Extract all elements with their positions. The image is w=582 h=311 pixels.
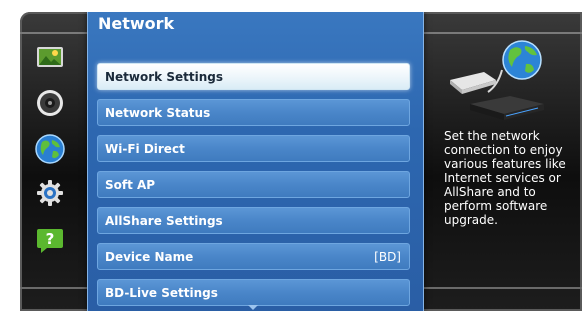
menu-item-label: Wi-Fi Direct bbox=[105, 141, 185, 156]
menu-item-allshare-settings[interactable]: AllShare Settings bbox=[97, 207, 410, 234]
menu-item-soft-ap[interactable]: Soft AP bbox=[97, 171, 410, 198]
menu-item-wifi-direct[interactable]: Wi-Fi Direct bbox=[97, 135, 410, 162]
menu-item-network-status[interactable]: Network Status bbox=[97, 99, 410, 126]
menu-item-bd-live-settings[interactable]: BD-Live Settings bbox=[97, 279, 410, 306]
help-description: Set the network connection to enjoy vari… bbox=[444, 129, 566, 227]
menu-item-label: AllShare Settings bbox=[105, 213, 223, 228]
picture-icon[interactable] bbox=[34, 42, 66, 72]
network-globe-icon[interactable] bbox=[34, 134, 66, 164]
panel-title: Network bbox=[98, 14, 175, 33]
menu-item-label: BD-Live Settings bbox=[105, 285, 218, 300]
menu-item-label: Device Name bbox=[105, 249, 194, 264]
scroll-down-arrow-icon[interactable] bbox=[248, 305, 258, 310]
network-menu-panel: Network Network Settings Network Status … bbox=[87, 12, 424, 311]
menu-item-label: Network Settings bbox=[105, 69, 223, 84]
tv-screen: ? Network Network Settings Network Statu… bbox=[20, 12, 582, 311]
network-illustration bbox=[440, 30, 560, 130]
menu-item-label: Soft AP bbox=[105, 177, 156, 192]
svg-text:?: ? bbox=[46, 230, 55, 248]
sound-icon[interactable] bbox=[34, 88, 66, 118]
menu-item-network-settings[interactable]: Network Settings bbox=[97, 63, 410, 90]
support-question-icon[interactable]: ? bbox=[34, 225, 66, 255]
menu-item-value: [BD] bbox=[374, 249, 401, 264]
menu-item-label: Network Status bbox=[105, 105, 211, 120]
menu-item-device-name[interactable]: Device Name [BD] bbox=[97, 243, 410, 270]
settings-gear-icon[interactable] bbox=[34, 178, 66, 208]
